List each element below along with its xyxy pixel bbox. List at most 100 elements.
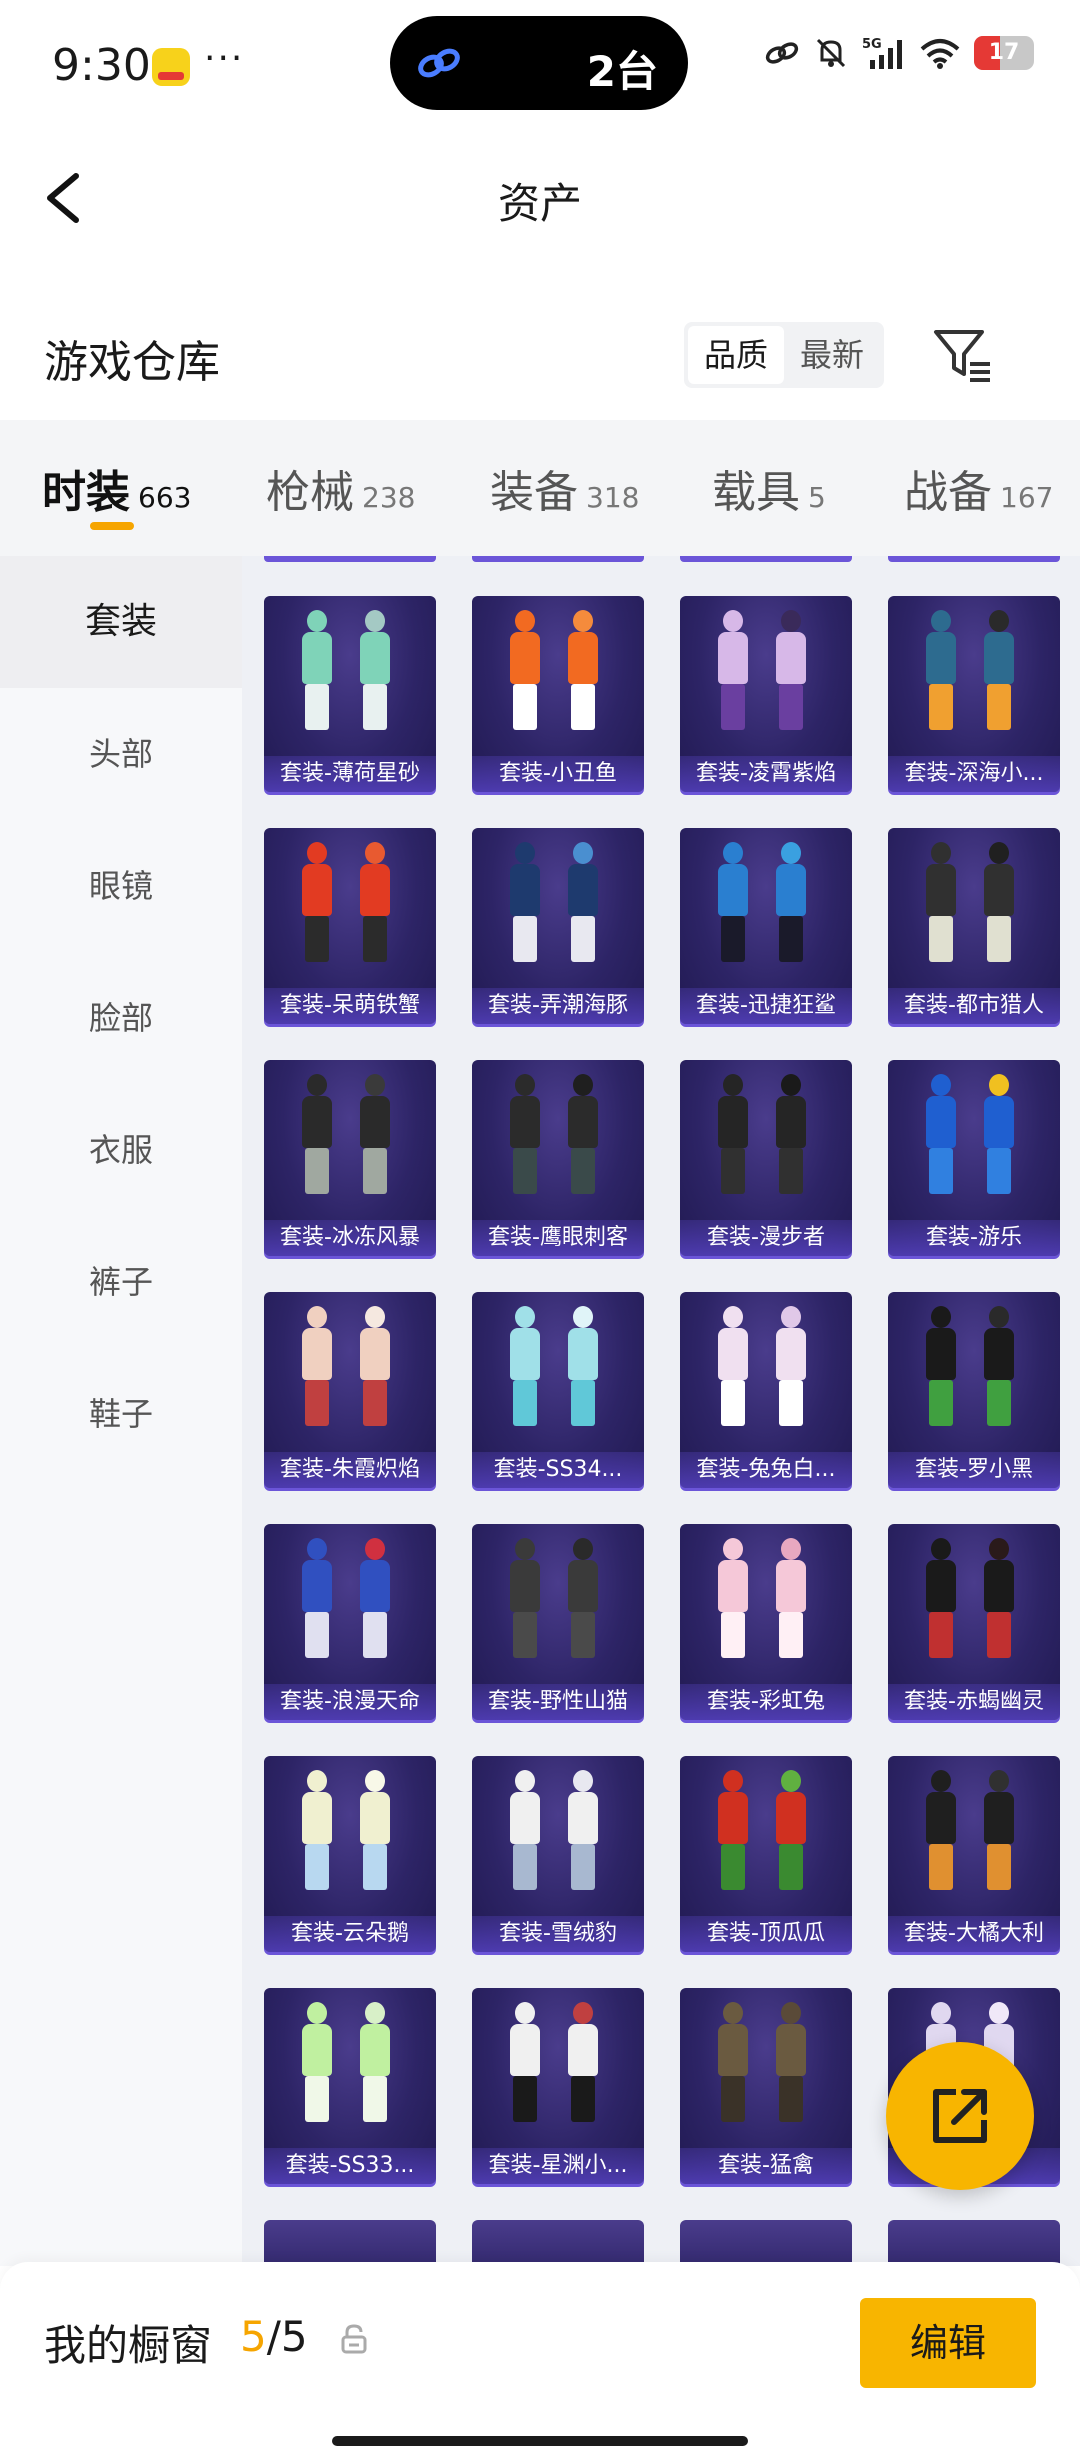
partial-card-top[interactable] (472, 556, 644, 562)
share-icon (933, 2089, 987, 2143)
partial-card-bottom[interactable] (472, 2220, 644, 2266)
partial-card-bottom[interactable] (264, 2220, 436, 2266)
sidebar-item-clothes[interactable]: 衣服 (0, 1084, 242, 1216)
outfit-card[interactable]: 套装-雪绒豹 (472, 1756, 644, 1952)
outfit-card[interactable]: 套装-都市猎人 (888, 828, 1060, 1024)
warehouse-header: 游戏仓库 品质 最新 (0, 300, 1080, 410)
outfit-label: 套装-薄荷星砂 (264, 756, 436, 792)
dynamic-island[interactable]: 2台 (390, 16, 688, 110)
outfit-label: 套装-朱霞炽焰 (264, 1452, 436, 1488)
tab-equipment[interactable]: 装备 318 (490, 456, 639, 520)
sidebar-item-pants[interactable]: 裤子 (0, 1216, 242, 1348)
outfit-label: 套装-猛禽 (680, 2148, 852, 2184)
filter-icon[interactable] (930, 322, 996, 388)
outfit-card[interactable]: 套装-小丑鱼 (472, 596, 644, 792)
outfit-label: 套装-星渊小... (472, 2148, 644, 2184)
link-status-icon (765, 42, 799, 64)
sidebar-item-head[interactable]: 头部 (0, 688, 242, 820)
mute-icon (816, 38, 846, 68)
status-icons: 5G 17 (764, 36, 1034, 70)
outfit-label: 套装-鹰眼刺客 (472, 1220, 644, 1256)
outfit-label: 套装-彩虹兔 (680, 1684, 852, 1720)
share-button[interactable] (886, 2042, 1034, 2190)
tab-vehicles[interactable]: 载具 5 (712, 456, 826, 520)
outfit-label: 套装-深海小... (888, 756, 1060, 792)
wifi-icon (920, 39, 960, 69)
active-tab-indicator (90, 522, 134, 530)
sidebar-item-face[interactable]: 脸部 (0, 952, 242, 1084)
outfit-card[interactable]: 套装-云朵鹅 (264, 1756, 436, 1952)
network-label: 5G (862, 37, 882, 52)
outfit-label: 套装-漫步者 (680, 1220, 852, 1256)
outfit-label: 套装-小丑鱼 (472, 756, 644, 792)
tab-fashion[interactable]: 时装 663 (42, 456, 191, 520)
outfit-label: 套装-游乐 (888, 1220, 1060, 1256)
status-time: 9:30 (52, 40, 151, 91)
outfit-label: 套装-兔兔白... (680, 1452, 852, 1488)
sidebar-item-suits[interactable]: 套装 (0, 556, 242, 688)
outfit-card[interactable]: 套装-迅捷狂鲨 (680, 828, 852, 1024)
showcase-bar: 我的橱窗 5/5 编辑 (0, 2262, 1080, 2460)
outfit-card[interactable]: 套装-猛禽 (680, 1988, 852, 2184)
home-indicator[interactable] (332, 2436, 748, 2446)
outfit-card[interactable]: 套装-弄潮海豚 (472, 828, 644, 1024)
outfit-card[interactable]: 套装-凌霄紫焰 (680, 596, 852, 792)
outfit-card[interactable]: 套装-星渊小... (472, 1988, 644, 2184)
battery-icon: 17 (974, 36, 1034, 70)
outfit-card[interactable]: 套装-薄荷星砂 (264, 596, 436, 792)
lock-icon (341, 2324, 367, 2354)
outfit-card[interactable]: 套装-大橘大利 (888, 1756, 1060, 1952)
outfit-label: 套装-凌霄紫焰 (680, 756, 852, 792)
outfit-label: 套装-弄潮海豚 (472, 988, 644, 1024)
page-title: 资产 (497, 179, 582, 228)
partial-card-top[interactable] (680, 556, 852, 562)
outfit-card[interactable]: 套装-呆萌铁蟹 (264, 828, 436, 1024)
warehouse-title: 游戏仓库 (44, 337, 220, 388)
outfit-card[interactable]: 套装-冰冻风暴 (264, 1060, 436, 1256)
outfit-card[interactable]: 套装-兔兔白... (680, 1292, 852, 1488)
outfit-card[interactable]: 套装-漫步者 (680, 1060, 852, 1256)
link-icon (418, 48, 460, 78)
outfit-card[interactable]: 套装-顶瓜瓜 (680, 1756, 852, 1952)
outfit-label: 套装-都市猎人 (888, 988, 1060, 1024)
category-tabs: 时装 663 枪械 238 装备 318 载具 5 战备 167 (0, 420, 1080, 556)
outfit-card[interactable]: 套装-彩虹兔 (680, 1524, 852, 1720)
partial-card-bottom[interactable] (888, 2220, 1060, 2266)
outfit-label: 套装-大橘大利 (888, 1916, 1060, 1952)
outfit-card[interactable]: 套装-罗小黑 (888, 1292, 1060, 1488)
status-bar: 9:30 ··· 2台 5G 17 (0, 0, 1080, 140)
sort-quality-button[interactable]: 品质 (688, 326, 784, 384)
sidebar-item-shoes[interactable]: 鞋子 (0, 1348, 242, 1480)
showcase-total: 5 (280, 2312, 308, 2361)
outfit-card[interactable]: 套装-赤蝎幽灵 (888, 1524, 1060, 1720)
tab-guns[interactable]: 枪械 238 (266, 456, 415, 520)
outfit-label: 套装-罗小黑 (888, 1452, 1060, 1488)
outfit-card[interactable]: 套装-深海小... (888, 596, 1060, 792)
partial-card-bottom[interactable] (680, 2220, 852, 2266)
outfit-label: 套装-浪漫天命 (264, 1684, 436, 1720)
outfit-card[interactable]: 套装-SS33... (264, 1988, 436, 2184)
nav-bar: 资产 (0, 140, 1080, 260)
outfit-card[interactable]: 套装-鹰眼刺客 (472, 1060, 644, 1256)
showcase-count: 5/5 (240, 2312, 308, 2361)
tab-supplies[interactable]: 战备 167 (904, 456, 1053, 520)
outfit-card[interactable]: 套装-野性山猫 (472, 1524, 644, 1720)
partial-card-top[interactable] (264, 556, 436, 562)
outfit-label: 套装-赤蝎幽灵 (888, 1684, 1060, 1720)
sidebar-item-glasses[interactable]: 眼镜 (0, 820, 242, 952)
outfit-label: 套装-SS34... (472, 1452, 644, 1488)
outfit-label: 套装-野性山猫 (472, 1684, 644, 1720)
sort-newest-button[interactable]: 最新 (784, 326, 880, 384)
outfit-card[interactable]: 套装-SS34... (472, 1292, 644, 1488)
outfit-label: 套装-雪绒豹 (472, 1916, 644, 1952)
outfit-label: 套装-顶瓜瓜 (680, 1916, 852, 1952)
showcase-current: 5 (240, 2312, 267, 2361)
edit-button[interactable]: 编辑 (860, 2298, 1036, 2388)
outfit-card[interactable]: 套装-游乐 (888, 1060, 1060, 1256)
outfit-card[interactable]: 套装-朱霞炽焰 (264, 1292, 436, 1488)
outfit-card[interactable]: 套装-浪漫天命 (264, 1524, 436, 1720)
outfit-label: 套装-呆萌铁蟹 (264, 988, 436, 1024)
app-notification-icon (152, 48, 190, 86)
partial-card-top[interactable] (888, 556, 1060, 562)
outfit-label: 套装-迅捷狂鲨 (680, 988, 852, 1024)
